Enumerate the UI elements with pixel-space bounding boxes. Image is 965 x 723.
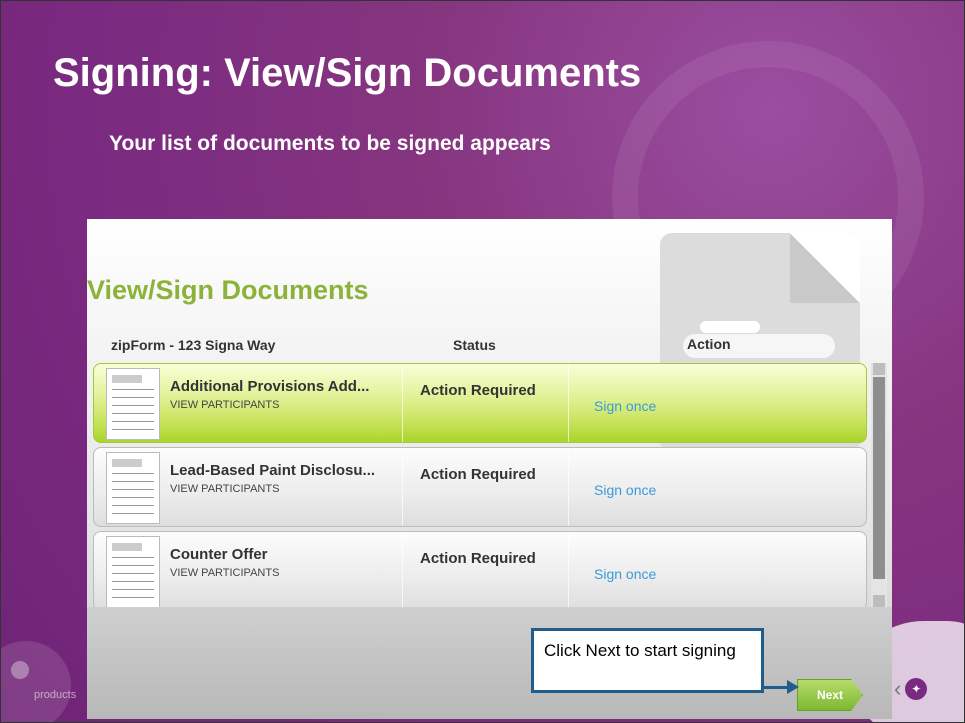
document-name: Lead-Based Paint Disclosu... [170,462,376,479]
decorative-bubble [1,641,71,722]
document-name: Counter Offer [170,546,268,563]
document-thumbnail-icon [106,368,160,440]
sign-once-link[interactable]: Sign once [594,566,656,582]
panel-footer [87,607,892,719]
sign-once-link[interactable]: Sign once [594,398,656,414]
document-status: Action Required [420,382,536,399]
view-participants-link[interactable]: VIEW PARTICIPANTS [170,483,279,495]
sign-once-link[interactable]: Sign once [594,482,656,498]
decorative-bubble [11,661,29,679]
document-row[interactable]: Additional Provisions Add... VIEW PARTIC… [93,363,867,443]
next-button[interactable]: Next [797,679,863,711]
document-status: Action Required [420,550,536,567]
column-header-file: zipForm - 123 Signa Way [111,337,276,353]
chevron-left-icon: ‹ [894,676,902,701]
view-sign-documents-panel: View/Sign Documents zipForm - 123 Signa … [87,219,892,719]
column-header-action: Action [683,334,835,358]
document-name: Additional Provisions Add... [170,378,370,395]
footer-brand-text: products [34,689,77,701]
document-status: Action Required [420,466,536,483]
panel-title: View/Sign Documents [87,275,369,305]
document-list: Additional Provisions Add... VIEW PARTIC… [93,363,867,607]
scrollbar-thumb[interactable] [873,377,885,579]
brand-logo-icon: ✦ [905,678,928,700]
view-participants-link[interactable]: VIEW PARTICIPANTS [170,399,279,411]
document-row[interactable]: Lead-Based Paint Disclosu... VIEW PARTIC… [93,447,867,527]
callout-arrow [763,686,789,689]
column-header-status: Status [453,337,496,353]
document-thumbnail-icon [106,536,160,607]
scroll-down-button[interactable] [873,595,885,607]
slide: Signing: View/Sign Documents Your list o… [0,0,965,723]
callout-arrow-head-icon [787,680,799,694]
instruction-callout: Click Next to start signing [531,628,764,693]
slide-title: Signing: View/Sign Documents [53,51,642,95]
document-list-scrollbar[interactable] [871,363,887,607]
footer-logo: ‹ ✦ [894,669,934,709]
slide-subtitle: Your list of documents to be signed appe… [109,132,551,155]
document-row[interactable]: Counter Offer VIEW PARTICIPANTS Action R… [93,531,867,607]
scroll-up-button[interactable] [873,363,885,375]
view-participants-link[interactable]: VIEW PARTICIPANTS [170,567,279,579]
document-thumbnail-icon [106,452,160,524]
